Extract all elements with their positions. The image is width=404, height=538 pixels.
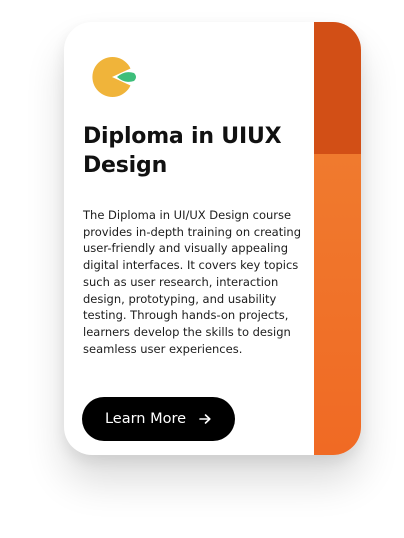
arrow-right-icon: [198, 412, 212, 426]
accent-strip-top: [314, 22, 361, 154]
course-description: The Diploma in UI/UX Design course provi…: [83, 208, 301, 356]
pie-chart-logo-icon: [90, 56, 138, 98]
learn-more-label: Learn More: [104, 411, 187, 427]
card-accent-strip: [314, 22, 361, 455]
learn-more-button[interactable]: Learn More: [82, 397, 235, 441]
course-title: Diploma in UIUX Design: [83, 124, 282, 178]
course-card: Diploma in UIUX Design The Diploma in UI…: [64, 22, 361, 455]
page-background: Diploma in UIUX Design The Diploma in UI…: [0, 0, 404, 538]
accent-strip-bottom: [314, 154, 361, 455]
